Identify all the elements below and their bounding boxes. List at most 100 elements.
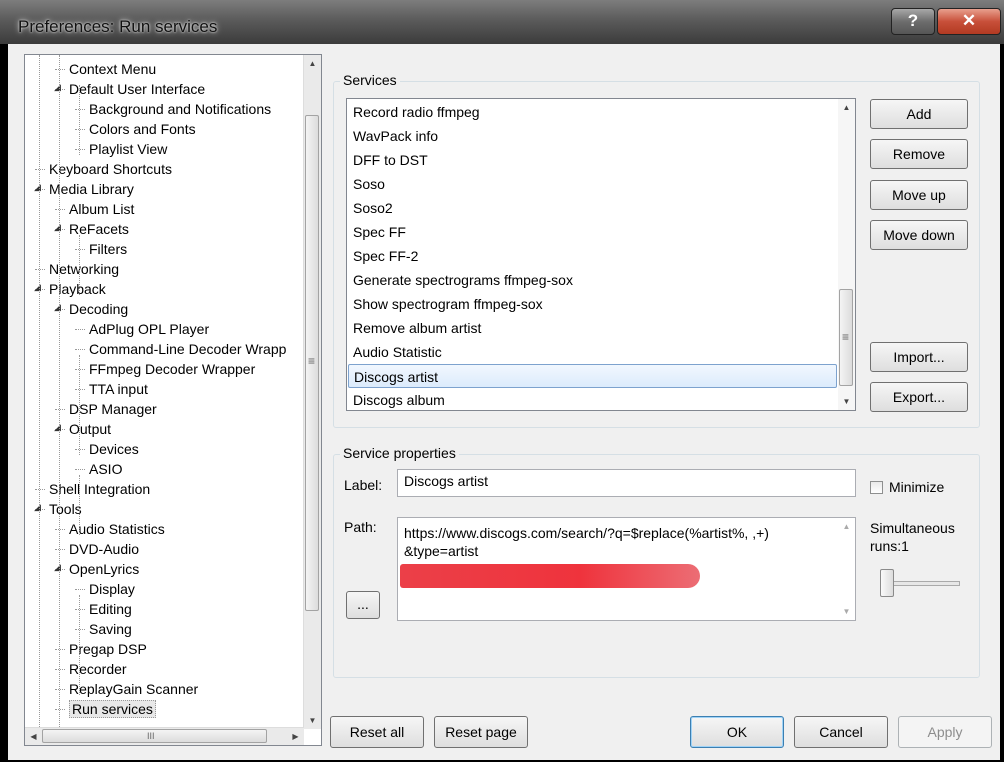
service-list-item[interactable]: Record radio ffmpeg [348,100,837,124]
tree-hscroll-thumb[interactable]: III [42,729,267,743]
tree-connector [75,609,85,610]
tree-item[interactable]: FFmpeg Decoder Wrapper [89,359,255,379]
tree-scroll-thumb[interactable]: ≡ [305,115,319,611]
preferences-tree[interactable]: Context Menu Default User Interface ◢ Backg… [24,54,322,746]
tree-item[interactable]: DVD-Audio [69,539,139,559]
reset-all-button[interactable]: Reset all [330,716,424,748]
tree-item[interactable]: Media Library [49,179,134,199]
service-list-item[interactable]: Spec FF-2 [348,244,837,268]
tree-item[interactable]: Audio Statistics [69,519,165,539]
tree-item[interactable]: ReFacets [69,219,129,239]
services-scrollbar[interactable]: ▲ ≡ ▼ [838,99,855,410]
move-down-button[interactable]: Move down [870,220,968,250]
service-list-item[interactable]: WavPack info [348,124,837,148]
tree-item[interactable]: AdPlug OPL Player [89,319,209,339]
services-scroll-thumb[interactable]: ≡ [839,289,853,386]
service-list-item[interactable]: Discogs album [348,388,837,410]
tree-guide-line [59,55,60,745]
minimize-checkbox[interactable] [870,481,883,494]
tree-item[interactable]: Colors and Fonts [89,119,196,139]
scroll-left-arrow-icon[interactable]: ◀ [25,728,42,745]
tree-item[interactable]: Keyboard Shortcuts [49,159,172,179]
help-button[interactable]: ? [891,8,935,35]
service-list-item[interactable]: Audio Statistic [348,340,837,364]
path-scroll-down-icon[interactable]: ▼ [838,603,855,620]
tree-item-label: ASIO [89,461,123,477]
reset-page-button[interactable]: Reset page [434,716,528,748]
tree-item[interactable]: Run services [69,699,156,719]
add-button[interactable]: Add [870,99,968,129]
runs-slider-thumb[interactable] [880,569,894,597]
close-button[interactable]: ✕ [937,8,1001,35]
tree-item[interactable]: Album List [69,199,134,219]
tree-guide-line [39,55,40,745]
tree-connector [55,669,65,670]
browse-button[interactable]: ... [346,591,380,619]
service-list-item[interactable]: Discogs artist [348,364,837,388]
tree-item[interactable]: Context Menu [69,59,156,79]
tree-item[interactable]: OpenLyrics [69,559,139,579]
simultaneous-label-line1: Simultaneous [870,520,955,536]
remove-button[interactable]: Remove [870,139,968,169]
tree-horizontal-scrollbar[interactable]: ◀ III ▶ [25,727,304,745]
tree-guide-line [79,235,80,295]
service-list-item[interactable]: DFF to DST [348,148,837,172]
service-list-item[interactable]: Soso [348,172,837,196]
services-scroll-up-icon[interactable]: ▲ [838,99,855,116]
tree-item[interactable]: Decoding [69,299,128,319]
path-textarea[interactable]: https://www.discogs.com/search/?q=$repla… [397,517,856,621]
import-button[interactable]: Import... [870,342,968,372]
path-scroll-up-icon[interactable]: ▲ [838,518,855,535]
tree-item[interactable]: Pregap DSP [69,639,147,659]
tree-item[interactable]: Default User Interface [69,79,205,99]
title-bar: Preferences: Run services ? ✕ [0,0,1004,44]
tree-item[interactable]: ASIO [89,459,122,479]
tree-item[interactable]: TTA input [89,379,148,399]
service-list-item[interactable]: Generate spectrograms ffmpeg-sox [348,268,837,292]
services-scroll-down-icon[interactable]: ▼ [838,393,855,410]
tree-connector [75,349,85,350]
export-button[interactable]: Export... [870,382,968,412]
tree-item[interactable]: Command-Line Decoder Wrapp [89,339,286,359]
tree-item[interactable]: DSP Manager [69,399,157,419]
tree-guide-line [79,595,80,695]
tree-item-label: Recorder [69,661,127,677]
service-list-item[interactable]: Spec FF [348,220,837,244]
tree-item-label: Pregap DSP [69,641,147,657]
apply-button[interactable]: Apply [898,716,992,748]
tree-item[interactable]: Background and Notifications [89,99,271,119]
move-up-button[interactable]: Move up [870,180,968,210]
services-list[interactable]: Record radio ffmpeg WavPack info DFF to DS… [346,98,856,411]
tree-item[interactable]: Saving [89,619,132,639]
tree-item-label: AdPlug OPL Player [89,321,210,337]
tree-item[interactable]: Output [69,419,111,439]
tree-vertical-scrollbar[interactable]: ▲ ≡ ▼ [303,55,321,729]
tree-item[interactable]: Recorder [69,659,127,679]
tree-connector [75,129,85,130]
path-scrollbar[interactable]: ▲ ▼ [838,518,855,620]
tree-item-label: DVD-Audio [69,541,140,557]
label-input[interactable]: Discogs artist [397,469,856,497]
tree-connector [55,649,65,650]
service-list-item[interactable]: Remove album artist [348,316,837,340]
tree-item[interactable]: Tools [49,499,82,519]
tree-item[interactable]: ReplayGain Scanner [69,679,198,699]
scroll-up-arrow-icon[interactable]: ▲ [304,55,321,72]
tree-guide-line [79,475,80,535]
cancel-button[interactable]: Cancel [794,716,888,748]
tree-item[interactable]: Shell Integration [49,479,150,499]
tree-item-label: Editing [89,601,132,617]
tree-item[interactable]: Playlist View [89,139,167,159]
tree-item[interactable]: Playback [49,279,106,299]
ok-button[interactable]: OK [690,716,784,748]
tree-item[interactable]: Devices [89,439,139,459]
tree-item[interactable]: Editing [89,599,132,619]
tree-item[interactable]: Filters [89,239,127,259]
service-list-item[interactable]: Soso2 [348,196,837,220]
scroll-right-arrow-icon[interactable]: ▶ [287,728,304,745]
tree-item[interactable]: Display [89,579,135,599]
service-list-item[interactable]: Show spectrogram ffmpeg-sox [348,292,837,316]
scroll-down-arrow-icon[interactable]: ▼ [304,712,321,729]
tree-connector [55,529,65,530]
tree-connector [55,69,65,70]
